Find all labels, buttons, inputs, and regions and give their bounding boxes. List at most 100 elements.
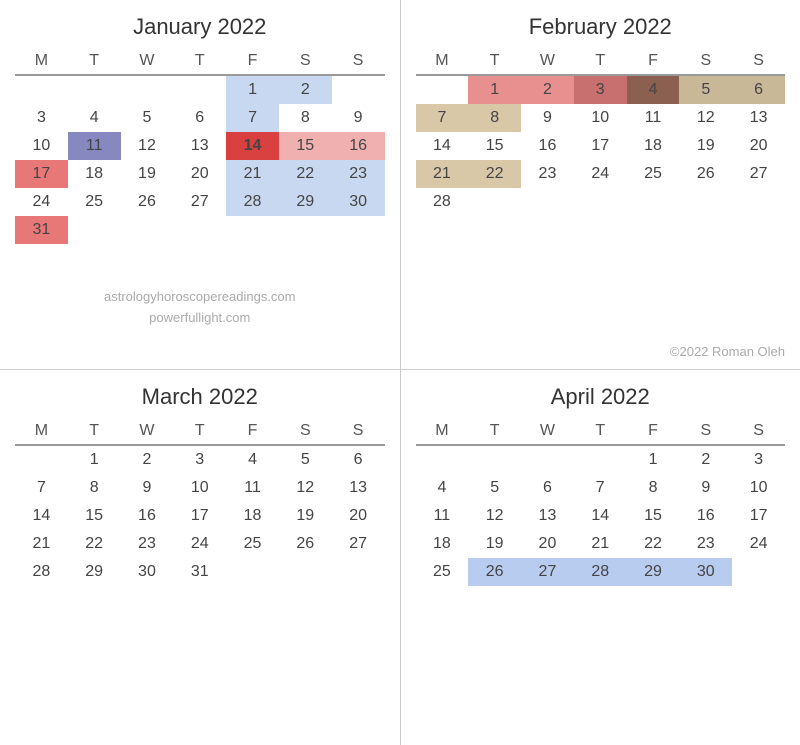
day-cell: 22 [627, 530, 680, 558]
day-cell: 27 [332, 530, 385, 558]
day-cell: 27 [732, 160, 785, 188]
day-cell [332, 75, 385, 104]
day-cell [416, 75, 469, 104]
table-row: 14 15 16 17 18 19 20 [416, 132, 786, 160]
day-cell: 2 [121, 445, 174, 474]
day-cell: 24 [574, 160, 627, 188]
day-cell [332, 558, 385, 586]
day-cell: 26 [121, 188, 174, 216]
day-cell [173, 216, 226, 244]
day-cell: 26 [679, 160, 732, 188]
day-cell: 13 [732, 104, 785, 132]
day-cell: 18 [627, 132, 680, 160]
day-cell: 19 [279, 502, 332, 530]
day-cell: 9 [121, 474, 174, 502]
table-row: 1 2 [15, 75, 385, 104]
day-cell [574, 188, 627, 216]
day-cell: 4 [68, 104, 121, 132]
day-cell: 21 [416, 160, 469, 188]
day-cell: 28 [574, 558, 627, 586]
day-cell: 29 [627, 558, 680, 586]
table-row: 1 2 3 4 5 6 [15, 445, 385, 474]
day-cell: 12 [679, 104, 732, 132]
day-cell: 20 [732, 132, 785, 160]
february-table: M T W T F S S 1 2 3 4 5 6 [416, 48, 786, 216]
january-calendar: January 2022 M T W T F S S [0, 0, 401, 369]
day-cell: 25 [226, 530, 279, 558]
day-cell: 5 [279, 445, 332, 474]
watermark-line1: astrologyhoroscopereadings.com [0, 287, 400, 308]
col-header-s: S [279, 418, 332, 445]
day-cell: 19 [679, 132, 732, 160]
day-cell: 5 [679, 75, 732, 104]
table-row: 21 22 23 24 25 26 27 [416, 160, 786, 188]
col-header-t2: T [173, 418, 226, 445]
col-header-f: F [627, 418, 680, 445]
day-cell: 4 [226, 445, 279, 474]
day-cell [279, 216, 332, 244]
watermark-line2: powerfullight.com [0, 308, 400, 329]
col-header-t: T [68, 48, 121, 75]
day-cell: 6 [173, 104, 226, 132]
day-cell: 15 [468, 132, 521, 160]
day-cell: 16 [332, 132, 385, 160]
col-header-m: M [15, 48, 68, 75]
col-header-f: F [226, 48, 279, 75]
january-title: January 2022 [15, 14, 385, 40]
col-header-t2: T [574, 418, 627, 445]
day-cell: 1 [68, 445, 121, 474]
day-cell: 15 [279, 132, 332, 160]
february-calendar: February 2022 M T W T F S S 1 2 3 [401, 0, 800, 369]
col-header-t: T [468, 418, 521, 445]
table-row: 7 8 9 10 11 12 13 [15, 474, 385, 502]
march-header-row: M T W T F S S [15, 418, 385, 445]
col-header-s2: S [732, 418, 785, 445]
day-cell: 21 [574, 530, 627, 558]
col-header-f: F [627, 48, 680, 75]
day-cell: 30 [332, 188, 385, 216]
day-cell: 14 [416, 132, 469, 160]
day-cell: 1 [627, 445, 680, 474]
day-cell: 1 [226, 75, 279, 104]
copyright: ©2022 Roman Oleh [670, 344, 785, 359]
day-cell: 11 [416, 502, 469, 530]
col-header-s: S [279, 48, 332, 75]
day-cell [468, 188, 521, 216]
day-cell: 8 [627, 474, 680, 502]
col-header-w: W [121, 48, 174, 75]
day-cell: 30 [679, 558, 732, 586]
day-cell [15, 75, 68, 104]
day-cell: 29 [279, 188, 332, 216]
table-row: 1 2 3 [416, 445, 786, 474]
day-cell: 21 [15, 530, 68, 558]
day-cell [732, 188, 785, 216]
january-header-row: M T W T F S S [15, 48, 385, 75]
day-cell: 25 [68, 188, 121, 216]
day-cell: 10 [574, 104, 627, 132]
day-cell [226, 216, 279, 244]
day-cell: 18 [226, 502, 279, 530]
day-cell: 18 [68, 160, 121, 188]
day-cell: 15 [68, 502, 121, 530]
day-cell: 26 [468, 558, 521, 586]
col-header-s: S [679, 48, 732, 75]
table-row: 31 [15, 216, 385, 244]
day-cell: 26 [279, 530, 332, 558]
day-cell: 12 [121, 132, 174, 160]
day-cell: 11 [68, 132, 121, 160]
april-table: M T W T F S S 1 2 3 [416, 418, 786, 586]
day-cell: 13 [173, 132, 226, 160]
day-cell: 20 [173, 160, 226, 188]
day-cell [121, 75, 174, 104]
day-cell: 31 [15, 216, 68, 244]
table-row: 17 18 19 20 21 22 23 [15, 160, 385, 188]
day-cell: 1 [468, 75, 521, 104]
day-cell: 10 [15, 132, 68, 160]
day-cell: 13 [521, 502, 574, 530]
day-cell: 11 [627, 104, 680, 132]
day-cell: 17 [15, 160, 68, 188]
col-header-t: T [468, 48, 521, 75]
col-header-t: T [68, 418, 121, 445]
day-cell: 10 [173, 474, 226, 502]
day-cell: 23 [121, 530, 174, 558]
